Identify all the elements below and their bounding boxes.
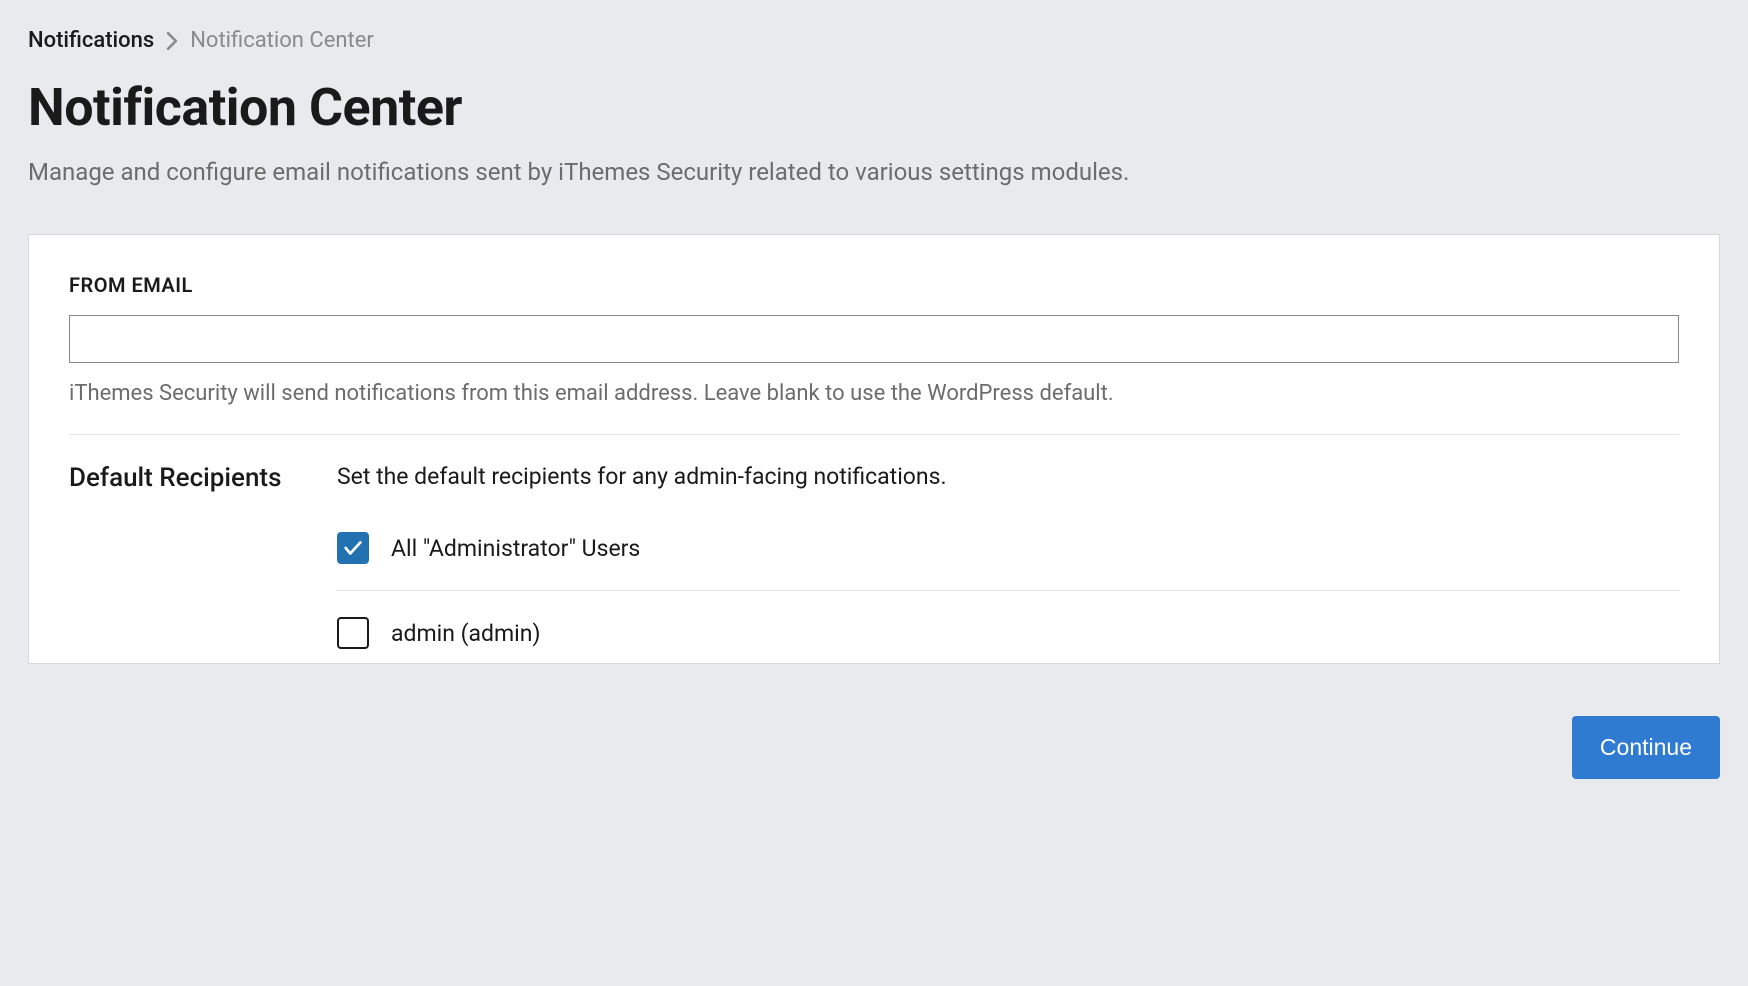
recipient-option-admin-user[interactable]: admin (admin) bbox=[337, 603, 1679, 663]
from-email-input[interactable] bbox=[69, 315, 1679, 363]
page-description: Manage and configure email notifications… bbox=[28, 158, 1720, 186]
breadcrumb: Notifications Notification Center bbox=[28, 28, 1720, 53]
breadcrumb-current: Notification Center bbox=[190, 28, 374, 53]
continue-button[interactable]: Continue bbox=[1572, 716, 1720, 779]
breadcrumb-parent-link[interactable]: Notifications bbox=[28, 28, 154, 53]
recipient-option-all-admins[interactable]: All "Administrator" Users bbox=[337, 518, 1679, 578]
from-email-label: FROM EMAIL bbox=[69, 273, 1679, 297]
recipient-option-label: admin (admin) bbox=[391, 620, 540, 647]
actions-bar: Continue bbox=[28, 716, 1720, 779]
recipient-option-label: All "Administrator" Users bbox=[391, 535, 640, 562]
divider bbox=[337, 590, 1679, 591]
default-recipients-section: Default Recipients Set the default recip… bbox=[69, 435, 1679, 663]
default-recipients-heading: Default Recipients bbox=[69, 463, 337, 663]
from-email-help: iThemes Security will send notifications… bbox=[69, 381, 1679, 406]
from-email-field: FROM EMAIL iThemes Security will send no… bbox=[69, 273, 1679, 406]
page-title: Notification Center bbox=[28, 77, 1720, 138]
default-recipients-description: Set the default recipients for any admin… bbox=[337, 463, 1679, 490]
checkbox-checked-icon bbox=[337, 532, 369, 564]
settings-card: FROM EMAIL iThemes Security will send no… bbox=[28, 234, 1720, 664]
chevron-right-icon bbox=[166, 32, 178, 50]
checkbox-unchecked-icon bbox=[337, 617, 369, 649]
